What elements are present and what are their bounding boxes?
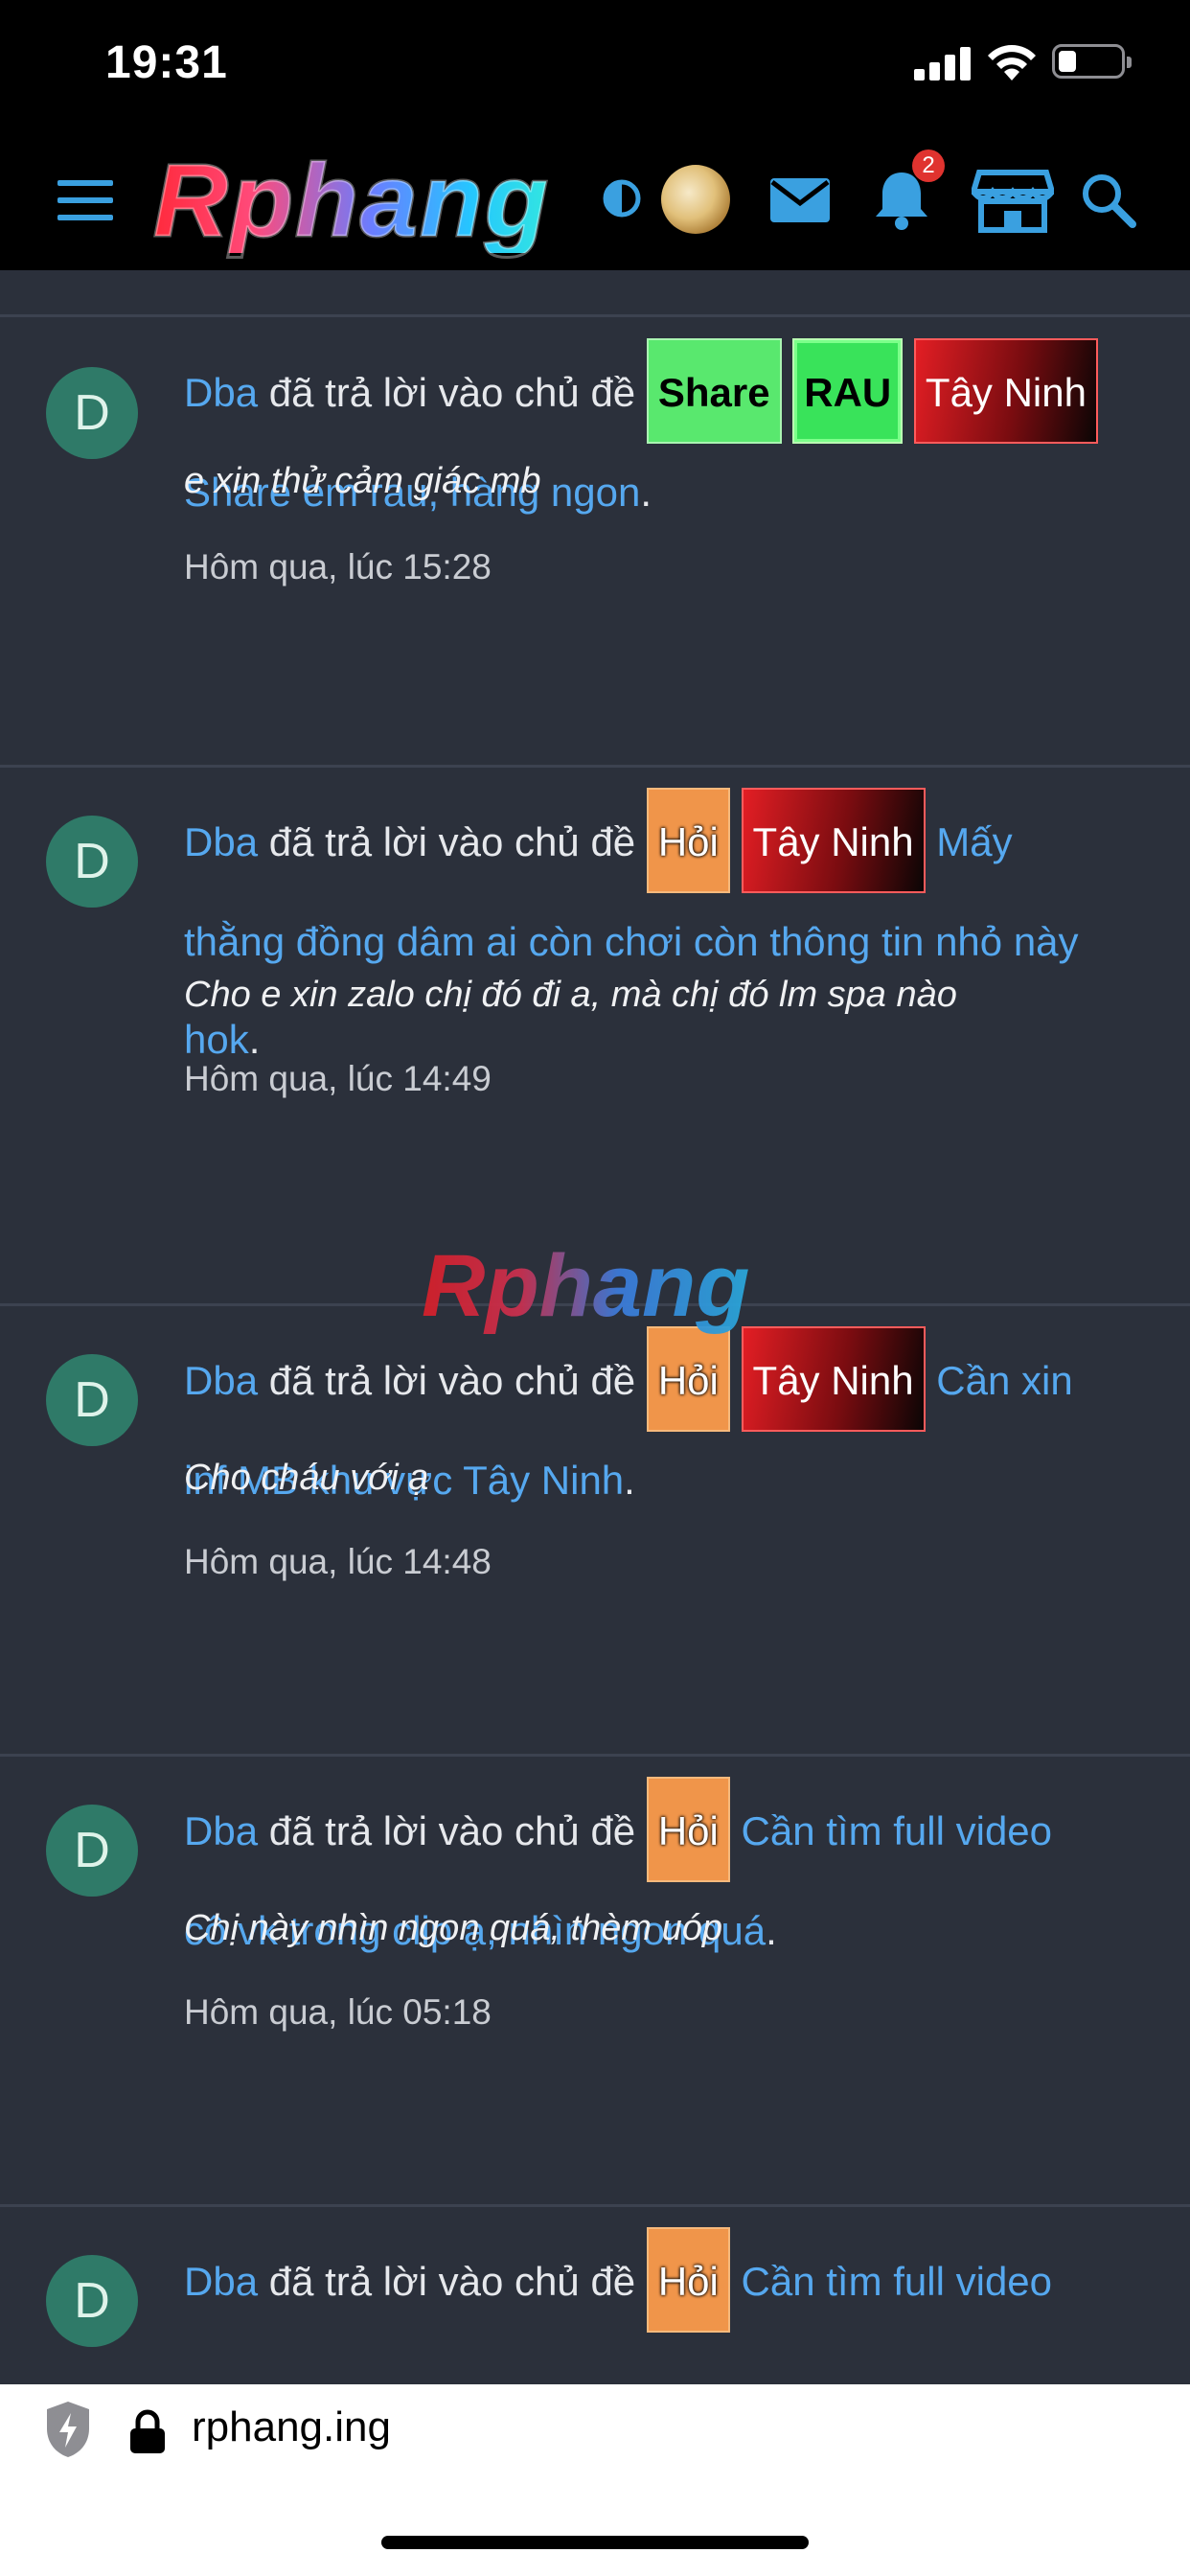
thread-link[interactable]: Mấy (936, 819, 1012, 864)
cellular-signal-icon (914, 46, 972, 80)
theme-toggle-icon[interactable] (602, 178, 642, 218)
action-text: đã trả lời vào chủ đề (268, 1358, 636, 1403)
thread-link[interactable]: Cần xin (936, 1358, 1072, 1403)
tag-tay-ninh[interactable]: Tây Ninh (913, 337, 1098, 444)
search-icon[interactable] (1079, 167, 1138, 234)
user-avatar[interactable] (661, 165, 730, 234)
avatar[interactable]: D (46, 1354, 138, 1446)
tag-hoi[interactable]: Hỏi (646, 787, 730, 893)
period: . (766, 1907, 777, 1953)
period: . (624, 1457, 635, 1503)
user-link[interactable]: Dba (184, 1358, 258, 1403)
url-text[interactable]: rphang.ing (192, 2404, 391, 2451)
store-icon[interactable] (972, 167, 1054, 234)
timestamp[interactable]: Hôm qua, lúc 05:18 (184, 1992, 492, 2033)
avatar[interactable]: D (46, 2255, 138, 2347)
thread-link-cont[interactable]: hok (184, 1017, 249, 1062)
mail-icon[interactable] (767, 167, 834, 234)
activity-text: Dba đã trả lời vào chủ đề Hỏi Tây Ninh M… (184, 787, 1152, 1089)
top-nav: Rphang Rphang 2 (0, 130, 1190, 270)
reply-snippet: e xin thử cảm giác mb (184, 461, 541, 501)
activity-text: Dba đã trả lời vào chủ đề Hỏi Cần tìm fu… (184, 2226, 1152, 2333)
wifi-icon (988, 45, 1036, 80)
tag-hoi[interactable]: Hỏi (646, 2226, 730, 2333)
site-logo-outline: Rphang (152, 142, 550, 258)
reply-snippet: Cho e xin zalo chị đó đi a, mà chị đó lm… (184, 975, 957, 1015)
period: . (640, 469, 652, 515)
action-text: đã trả lời vào chủ đề (268, 2259, 636, 2304)
thread-link[interactable]: Cần tìm full video (742, 1808, 1052, 1853)
reply-snippet: Chị này nhìn ngon quá, thèm uóp (184, 1908, 722, 1948)
timestamp[interactable]: Hôm qua, lúc 14:49 (184, 1059, 492, 1099)
timestamp[interactable]: Hôm qua, lúc 14:48 (184, 1542, 492, 1582)
tag-hoi[interactable]: Hỏi (646, 1776, 730, 1882)
activity-text: Dba đã trả lời vào chủ đề Hỏi Tây Ninh C… (184, 1325, 1152, 1530)
battery-icon (1052, 44, 1132, 79)
avatar[interactable]: D (46, 816, 138, 908)
activity-text: Dba đã trả lời vào chủ đề Hỏi Cần tìm fu… (184, 1776, 1152, 1980)
avatar[interactable]: D (46, 1805, 138, 1897)
divider (0, 314, 1190, 317)
action-text: đã trả lời vào chủ đề (268, 370, 636, 415)
avatar[interactable]: D (46, 367, 138, 459)
period: . (248, 1016, 261, 1062)
lock-icon (130, 2409, 165, 2453)
status-bar: 19:31 (0, 0, 1190, 130)
tag-share[interactable]: Share (646, 337, 782, 444)
tag-hoi[interactable]: Hỏi (646, 1325, 730, 1432)
user-link[interactable]: Dba (184, 819, 258, 864)
user-link[interactable]: Dba (184, 370, 258, 415)
notification-badge: 2 (912, 150, 945, 182)
tag-rau[interactable]: RAU (792, 337, 904, 444)
thread-link[interactable]: Cần tìm full video (742, 2259, 1052, 2304)
timestamp[interactable]: Hôm qua, lúc 15:28 (184, 547, 492, 587)
tag-tay-ninh[interactable]: Tây Ninh (741, 1325, 926, 1432)
user-link[interactable]: Dba (184, 1808, 258, 1853)
reply-snippet: Cho cháu với ạ (184, 1458, 429, 1498)
shield-icon[interactable] (44, 2400, 92, 2459)
divider (0, 765, 1190, 768)
divider (0, 2204, 1190, 2207)
thread-link-cont[interactable]: thằng đồng dâm ai còn chơi còn thông tin… (184, 919, 1079, 964)
activity-text: Dba đã trả lời vào chủ đề Share RAU Tây … (184, 337, 1152, 541)
user-link[interactable]: Dba (184, 2259, 258, 2304)
tag-tay-ninh[interactable]: Tây Ninh (741, 787, 926, 893)
divider (0, 1754, 1190, 1757)
menu-icon[interactable] (57, 180, 113, 220)
watermark-logo: Rphang (422, 1237, 750, 1335)
status-time: 19:31 (105, 37, 228, 88)
action-text: đã trả lời vào chủ đề (268, 819, 636, 864)
home-indicator[interactable] (381, 2536, 809, 2549)
action-text: đã trả lời vào chủ đề (268, 1808, 636, 1853)
